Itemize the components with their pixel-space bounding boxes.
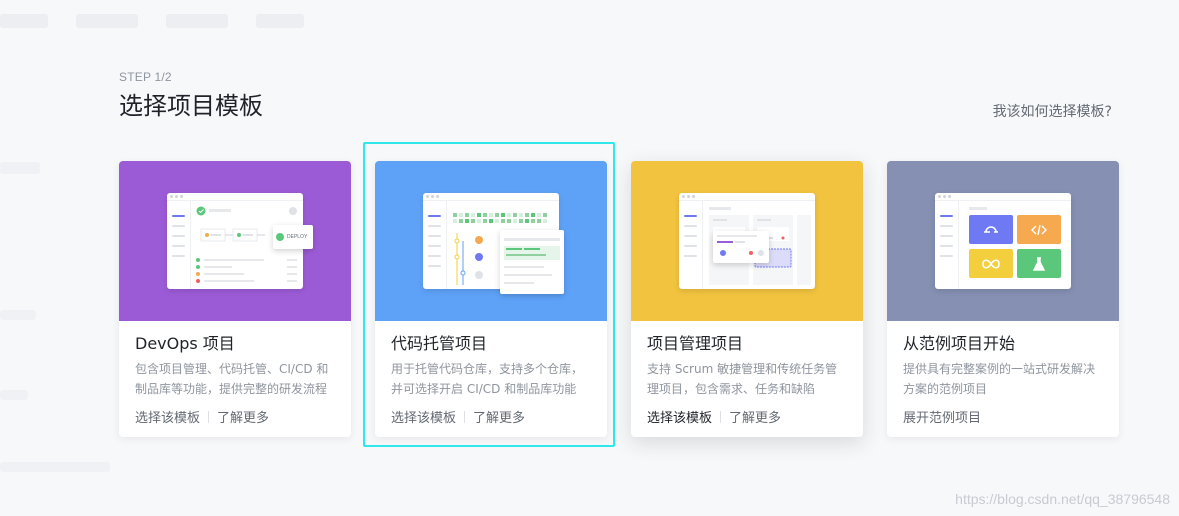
help-link[interactable]: 我该如何选择模板?	[993, 101, 1112, 121]
select-template-link[interactable]: 选择该模板	[647, 407, 712, 426]
expand-samples-link[interactable]: 展开范例项目	[903, 407, 981, 426]
task-popover	[713, 231, 769, 263]
card-title: 代码托管项目	[391, 334, 488, 353]
flask-icon	[1017, 249, 1061, 278]
background-nav	[0, 14, 304, 34]
sample-project-illustration	[935, 193, 1071, 289]
loop-icon	[969, 215, 1013, 244]
commit-panel	[500, 230, 564, 294]
select-template-link[interactable]: 选择该模板	[391, 407, 456, 426]
template-card-project-management[interactable]: 项目管理项目 支持 Scrum 敏捷管理和传统任务管理项目，包含需求、任务和缺陷…	[631, 161, 863, 437]
card-title: DevOps 项目	[135, 334, 235, 353]
card-title: 项目管理项目	[647, 334, 744, 353]
deploy-badge: DEPLOY	[273, 225, 313, 249]
learn-more-link[interactable]: 了解更多	[473, 407, 525, 426]
check-icon	[276, 233, 284, 241]
code-icon	[1017, 215, 1061, 244]
card-hero-project-management	[631, 161, 863, 321]
step-indicator: STEP 1/2	[119, 70, 172, 84]
divider	[464, 410, 466, 423]
learn-more-link[interactable]: 了解更多	[217, 407, 269, 426]
card-hero-devops: DEPLOY	[119, 161, 351, 321]
deploy-label: DEPLOY	[287, 234, 308, 240]
divider	[720, 410, 722, 423]
page-title: 选择项目模板	[119, 92, 263, 120]
divider	[208, 410, 210, 423]
infinity-icon	[969, 249, 1013, 278]
card-description: 提供具有完整案例的一站式研发解决方案的范例项目	[903, 362, 1096, 396]
card-description: 支持 Scrum 敏捷管理和传统任务管理项目，包含需求、任务和缺陷	[647, 362, 838, 396]
template-card-sample-project[interactable]: 从范例项目开始 提供具有完整案例的一站式研发解决方案的范例项目 展开范例项目	[887, 161, 1119, 437]
card-title: 从范例项目开始	[903, 334, 1016, 353]
card-hero-code-hosting	[375, 161, 607, 321]
card-hero-sample-project	[887, 161, 1119, 321]
template-card-devops[interactable]: DEPLOY DevOps 项目 包含项目管理、代码托管、CI/CD 和制品库等…	[119, 161, 351, 437]
template-card-code-hosting[interactable]: 代码托管项目 用于托管代码仓库，支持多个仓库，并可选择开启 CI/CD 和制品库…	[375, 161, 607, 437]
learn-more-link[interactable]: 了解更多	[729, 407, 781, 426]
select-template-link[interactable]: 选择该模板	[135, 407, 200, 426]
card-description: 包含项目管理、代码托管、CI/CD 和制品库等功能，提供完整的研发流程	[135, 362, 329, 396]
watermark: https://blog.csdn.net/qq_38796548	[955, 491, 1170, 507]
card-description: 用于托管代码仓库，支持多个仓库，并可选择开启 CI/CD 和制品库功能	[391, 362, 584, 396]
